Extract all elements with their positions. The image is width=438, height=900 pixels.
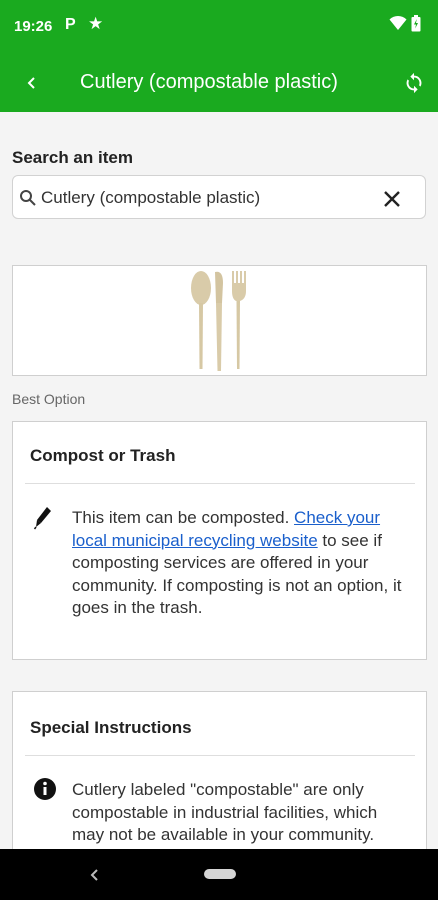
info-icon bbox=[33, 777, 57, 806]
chevron-left-icon bbox=[90, 869, 98, 881]
item-image-panel bbox=[12, 265, 427, 376]
best-option-label: Best Option bbox=[12, 391, 86, 407]
card-text-start: This item can be composted. bbox=[72, 508, 295, 527]
status-time: 19:26 bbox=[14, 18, 53, 35]
app-bar: Cutlery (compostable plastic) bbox=[0, 54, 438, 112]
divider bbox=[25, 755, 415, 756]
page-title: Cutlery (compostable plastic) bbox=[80, 71, 338, 93]
close-icon bbox=[384, 191, 400, 207]
clear-search-button[interactable] bbox=[378, 185, 406, 213]
search-icon bbox=[19, 189, 37, 212]
back-button[interactable] bbox=[18, 69, 46, 97]
search-input[interactable] bbox=[41, 188, 371, 208]
disposal-card: Compost or Trash This item can be compos… bbox=[12, 421, 427, 660]
chevron-left-icon bbox=[27, 77, 35, 89]
card-description: This item can be composted. Check your l… bbox=[72, 507, 407, 620]
divider bbox=[25, 483, 415, 484]
card-title: Special Instructions bbox=[30, 718, 192, 737]
refresh-button[interactable] bbox=[400, 69, 428, 97]
star-notification-icon: ★ bbox=[88, 14, 104, 33]
home-handle[interactable] bbox=[204, 869, 236, 879]
card-title: Compost or Trash bbox=[30, 446, 176, 465]
search-label: Search an item bbox=[12, 148, 133, 167]
battery-icon bbox=[411, 15, 421, 37]
nav-back-button[interactable] bbox=[85, 865, 105, 885]
parking-notification-icon: P bbox=[65, 16, 76, 33]
search-box[interactable] bbox=[12, 175, 426, 219]
pen-icon bbox=[33, 506, 53, 535]
cutlery-icon bbox=[191, 271, 246, 371]
system-navigation-bar bbox=[0, 849, 438, 900]
wifi-icon bbox=[389, 15, 407, 36]
status-bar: 19:26 P ★ bbox=[0, 0, 438, 54]
refresh-icon bbox=[406, 72, 422, 94]
